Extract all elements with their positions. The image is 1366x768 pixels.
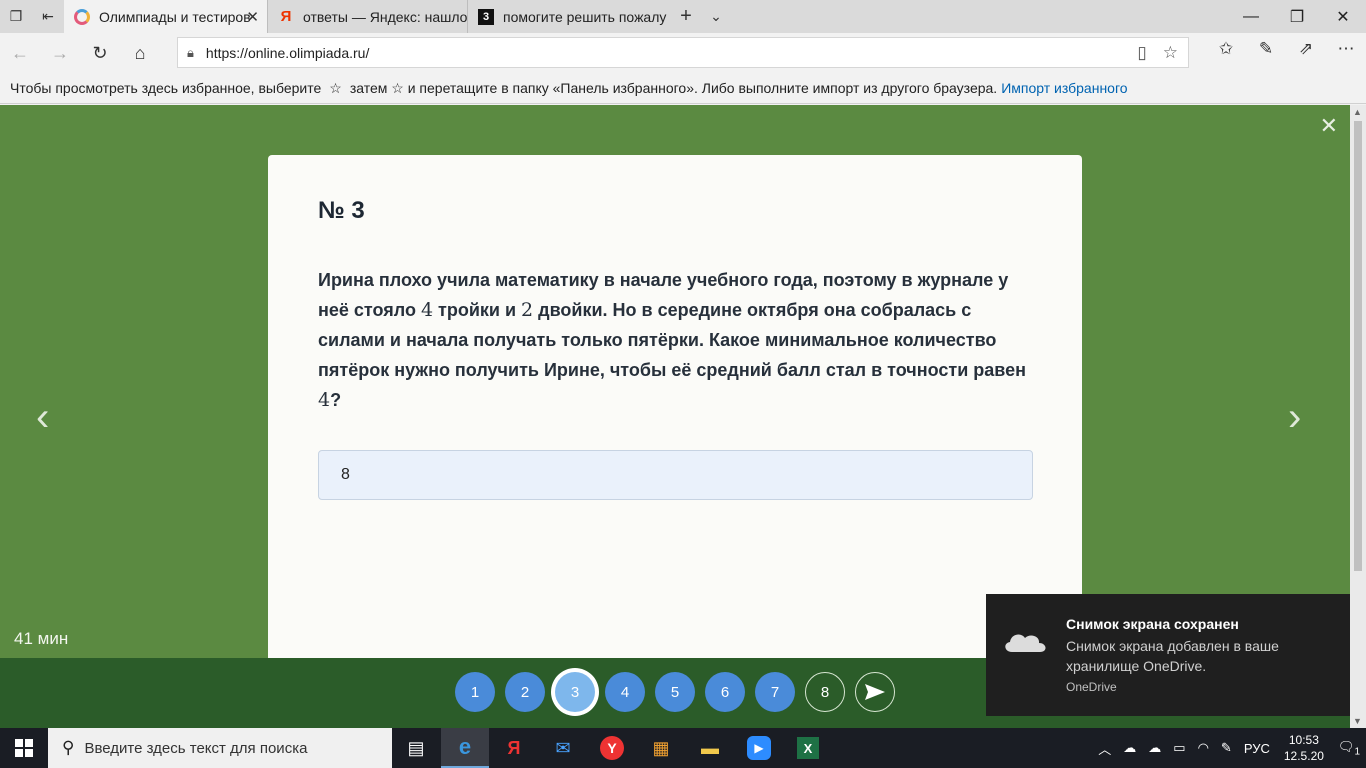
submit-send-button[interactable] (855, 672, 895, 712)
send-icon (865, 684, 885, 700)
olympiad-page: ✕ ‹ › № 3 Ирина плохо учила математику в… (0, 105, 1350, 658)
question-button-5[interactable]: 5 (655, 672, 695, 712)
tab-znanija[interactable]: 3 помогите решить пожалуй (467, 0, 667, 33)
next-question-arrow-icon[interactable]: › (1288, 395, 1301, 440)
windows-logo-icon (15, 739, 33, 757)
znanija-favicon-icon: 3 (478, 8, 494, 25)
lock-icon: 🔒︎ (187, 44, 194, 60)
question-button-8[interactable]: 8 (805, 672, 845, 712)
home-icon[interactable]: ⌂ (126, 39, 154, 67)
navigation-bar: ← → ↻ ⌂ 🔒︎ https://online.olimpiada.ru/ … (0, 33, 1366, 73)
wifi-icon[interactable]: ◠ (1198, 740, 1209, 756)
question-card: № 3 Ирина плохо учила математику в начал… (268, 155, 1082, 658)
onedrive-notification[interactable]: Снимок экрана сохранен Снимок экрана доб… (986, 594, 1350, 716)
toast-title: Снимок экрана сохранен (1066, 616, 1239, 632)
favorites-star-icon: ☆ (329, 79, 342, 96)
url-text: https://online.olimpiada.ru/ (205, 44, 370, 61)
toast-source: OneDrive (1066, 680, 1117, 694)
pen-icon[interactable]: ✎ (1221, 740, 1232, 756)
refresh-icon[interactable]: ↻ (86, 39, 114, 67)
system-tray: ︿ ☁ ☁ ▭ ◠ ✎ РУС 10:53 12.5.20 🗨︎1 (1092, 728, 1366, 768)
question-button-6[interactable]: 6 (705, 672, 745, 712)
question-text-part: тройки и (433, 300, 522, 320)
answer-value: 8 (341, 466, 350, 483)
scroll-thumb[interactable] (1354, 121, 1362, 571)
windows-taskbar: ⚲ Введите здесь текст для поиска ▤ e Я ✉… (0, 728, 1366, 768)
olympiad-favicon-icon (74, 8, 90, 25)
zoom-app-icon[interactable]: ▶ (735, 728, 783, 768)
show-hidden-icons-icon[interactable]: ︿ (1098, 739, 1111, 758)
set-aside-tabs-icon[interactable]: ⇤ (32, 0, 64, 33)
import-favorites-link[interactable]: Импорт избранного (1001, 80, 1127, 96)
start-button[interactable] (0, 728, 48, 768)
question-number: № 3 (318, 197, 365, 224)
scroll-down-icon[interactable]: ▼ (1353, 716, 1362, 726)
toast-body: Снимок экрана добавлен в ваше хранилище … (1066, 638, 1279, 674)
restore-icon[interactable]: ❐ (1274, 0, 1320, 33)
close-test-icon[interactable]: ✕ (1320, 113, 1338, 139)
clock-date: 12.5.20 (1283, 749, 1324, 763)
favorites-hint-text: Чтобы просмотреть здесь избранное, выбер… (10, 80, 322, 96)
question-text-part: ? (330, 390, 342, 410)
favorite-star-icon[interactable]: ☆ (1163, 43, 1178, 63)
yandex-favicon-icon: Я (280, 8, 292, 25)
search-icon: ⚲ (62, 738, 75, 757)
edge-app-icon[interactable]: e (441, 728, 489, 768)
tab-olimpiada[interactable]: Олимпиады и тестиров ✕ (64, 0, 267, 33)
yandex-app-icon[interactable]: Y (588, 728, 636, 768)
back-icon[interactable]: ← (6, 39, 34, 67)
previous-question-arrow-icon[interactable]: ‹ (36, 395, 49, 440)
task-view-icon[interactable]: ▤ (392, 728, 440, 768)
tab-title: Олимпиады и тестиров (99, 8, 251, 25)
tab-bar: ❐ ⇤ Олимпиады и тестиров ✕ Я ответы — Ян… (0, 0, 1366, 33)
question-button-2[interactable]: 2 (505, 672, 545, 712)
network-drive-icon[interactable]: ☁ (1123, 740, 1136, 756)
clock[interactable]: 10:53 12.5.20 (1284, 732, 1324, 764)
favorites-bar: Чтобы просмотреть здесь избранное, выбер… (0, 73, 1366, 104)
window-close-icon[interactable]: ✕ (1320, 0, 1366, 33)
clock-time: 10:53 (1288, 733, 1319, 747)
battery-icon[interactable]: ▭ (1173, 740, 1185, 756)
yandex-browser-app-icon[interactable]: Я (490, 728, 538, 768)
minimize-icon[interactable]: — (1228, 0, 1274, 33)
time-remaining: 41 мин (14, 629, 69, 648)
onedrive-tray-icon[interactable]: ☁ (1148, 740, 1161, 756)
notification-center-icon[interactable]: 🗨︎1 (1338, 739, 1360, 758)
math-value: 2 (521, 299, 534, 321)
page-scrollbar[interactable]: ▲ ▼ (1350, 105, 1366, 728)
mail-app-icon[interactable]: ✉ (539, 728, 587, 768)
question-button-3[interactable]: 3 (555, 672, 595, 712)
math-value: 4 (318, 389, 331, 411)
question-button-4[interactable]: 4 (605, 672, 645, 712)
answer-field[interactable]: 8 (318, 450, 1033, 500)
question-button-7[interactable]: 7 (755, 672, 795, 712)
share-icon[interactable]: ⇗ (1286, 39, 1326, 59)
web-note-icon[interactable]: ✎ (1246, 39, 1286, 59)
taskbar-search-box[interactable]: ⚲ Введите здесь текст для поиска (48, 728, 392, 768)
new-tab-icon[interactable]: + (670, 0, 702, 33)
close-tab-icon[interactable]: ✕ (246, 8, 259, 26)
tab-yandex[interactable]: Я ответы — Яндекс: нашлось (267, 0, 467, 33)
tab-preview-chevron-icon[interactable]: ⌄ (700, 0, 732, 33)
favorites-hint-text: затем ☆ и перетащите в папку «Панель изб… (349, 79, 998, 96)
tab-list-icon[interactable]: ❐ (0, 0, 32, 33)
reading-view-icon[interactable]: ▯ (1137, 43, 1146, 63)
address-bar[interactable]: 🔒︎ https://online.olimpiada.ru/ ▯ ☆ (177, 37, 1189, 68)
math-value: 4 (420, 299, 434, 321)
onedrive-cloud-icon (1005, 634, 1046, 652)
tab-title: ответы — Яндекс: нашлось (303, 8, 467, 25)
more-icon[interactable]: ⋯ (1326, 39, 1366, 59)
scroll-up-icon[interactable]: ▲ (1353, 107, 1362, 117)
store-app-icon[interactable]: ▦ (637, 728, 685, 768)
forward-icon[interactable]: → (46, 39, 74, 67)
tab-title: помогите решить пожалуй (503, 8, 667, 25)
input-language[interactable]: РУС (1244, 741, 1270, 756)
file-explorer-icon[interactable]: ▬ (686, 728, 734, 768)
notification-count: 1 (1354, 746, 1360, 758)
question-text: Ирина плохо учила математику в начале уч… (318, 265, 1032, 415)
search-placeholder: Введите здесь текст для поиска (84, 739, 308, 757)
question-button-1[interactable]: 1 (455, 672, 495, 712)
favorites-hub-icon[interactable]: ✩ (1206, 39, 1246, 59)
excel-app-icon[interactable]: X (784, 728, 832, 768)
